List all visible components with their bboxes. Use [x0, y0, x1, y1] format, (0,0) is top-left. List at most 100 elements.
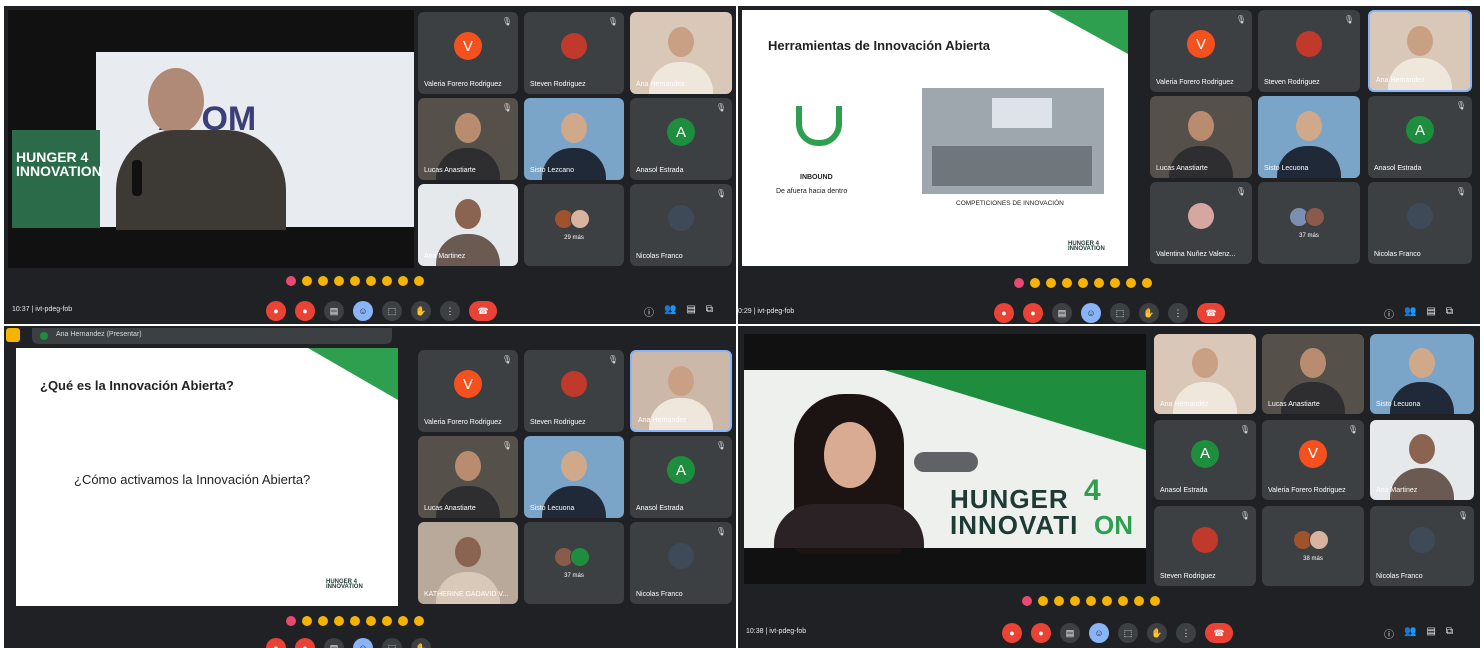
avatar: V: [1187, 30, 1215, 59]
participant-tile[interactable]: Ana Hernandez: [630, 12, 732, 94]
leave-call-button[interactable]: ☎: [1205, 623, 1233, 643]
avatar: [668, 205, 694, 232]
participant-tile[interactable]: V 🎙 Valeria Forero Rodriguez: [418, 12, 518, 94]
camera-button[interactable]: ●: [1031, 623, 1051, 643]
camera-button[interactable]: ●: [1023, 303, 1043, 323]
participant-tile[interactable]: V 🎙 Valeria Forero Rodriguez: [1150, 10, 1252, 92]
captions-button[interactable]: ▤: [1052, 303, 1072, 323]
present-button[interactable]: ⬚: [382, 638, 402, 648]
participant-tile[interactable]: 🎙 Lucas Anastiarte: [418, 436, 518, 518]
leave-call-button[interactable]: ☎: [469, 301, 497, 321]
captions-button[interactable]: ▤: [324, 301, 344, 321]
participant-tile[interactable]: A 🎙 Anasol Estrada: [1368, 96, 1472, 178]
participant-tile[interactable]: Ana Hernandez: [630, 350, 732, 432]
inbound-subtitle: De afuera hacia dentro: [776, 188, 848, 195]
banner-innovation: INNOVATI: [950, 510, 1079, 540]
avatar: [1407, 203, 1433, 230]
more-options-button[interactable]: ⋮: [440, 301, 460, 321]
participant-tile[interactable]: A 🎙 Anasol Estrada: [1154, 420, 1256, 500]
people-icon[interactable]: 👥: [1404, 626, 1416, 641]
people-icon[interactable]: 👥: [664, 304, 676, 319]
raise-hand-button[interactable]: ✋: [1147, 623, 1167, 643]
chat-icon[interactable]: ▤: [1426, 306, 1435, 321]
participant-tile[interactable]: 🎙 Nicolas Franco: [1368, 182, 1472, 264]
more-options-button[interactable]: ⋮: [1176, 623, 1196, 643]
participant-tile[interactable]: 🎙 Lucas Anastiarte: [418, 98, 518, 180]
reaction-bar[interactable]: [1014, 278, 1152, 288]
participant-tile[interactable]: 🎙 Steven Rodriguez: [524, 350, 624, 432]
reaction-bar[interactable]: [286, 616, 424, 626]
participant-tile[interactable]: Sisto Lecuona: [524, 436, 624, 518]
mic-button[interactable]: ●: [994, 303, 1014, 323]
participant-tile[interactable]: Lucas Anastiarte: [1262, 334, 1364, 414]
participant-tile[interactable]: 🎙 Steven Rodriguez: [1258, 10, 1360, 92]
participant-tile[interactable]: V 🎙 Valeria Forero Rodriguez: [1262, 420, 1364, 500]
activities-icon[interactable]: ⧉: [706, 304, 713, 319]
participant-tile[interactable]: A 🎙 Anasol Estrada: [630, 98, 732, 180]
participant-tile[interactable]: 🎙 Valentina Nuñez Valenz...: [1150, 182, 1252, 264]
participant-name: Anasol Estrada: [636, 505, 684, 512]
participant-tile[interactable]: 🎙 Nicolas Franco: [1370, 506, 1474, 586]
more-participants-tile[interactable]: 29 más: [524, 184, 624, 266]
raise-hand-button[interactable]: ✋: [411, 638, 431, 648]
mic-off-icon: 🎙: [1239, 425, 1250, 434]
mic-off-icon: 🎙: [501, 355, 512, 364]
captions-button[interactable]: ▤: [1060, 623, 1080, 643]
more-options-button[interactable]: ⋮: [1168, 303, 1188, 323]
participant-tile[interactable]: 🎙 Steven Rodriguez: [1154, 506, 1256, 586]
participant-tile[interactable]: Lucas Anastiarte: [1150, 96, 1252, 178]
video-hover-controls[interactable]: [914, 452, 978, 472]
mic-off-icon: 🎙: [607, 17, 618, 26]
chat-icon[interactable]: ▤: [686, 304, 695, 319]
raise-hand-button[interactable]: ✋: [1139, 303, 1159, 323]
emoji-button[interactable]: ☺: [353, 301, 373, 321]
activities-icon[interactable]: ⧉: [1446, 626, 1453, 641]
participant-tile[interactable]: Sisto Lecuona: [1370, 334, 1474, 414]
participant-tile[interactable]: Sisto Lecuona: [1258, 96, 1360, 178]
more-participants-tile[interactable]: 37 más: [1258, 182, 1360, 264]
side-controls: ⓘ 👥 ▤ ⧉: [1384, 306, 1453, 321]
info-icon[interactable]: ⓘ: [1384, 306, 1394, 321]
participant-tile[interactable]: V 🎙 Valeria Forero Rodriguez: [418, 350, 518, 432]
chat-icon[interactable]: ▤: [1426, 626, 1435, 641]
info-icon[interactable]: ⓘ: [644, 304, 654, 319]
mic-off-icon: 🎙: [1455, 101, 1466, 110]
more-participants-tile[interactable]: 38 más: [1262, 506, 1364, 586]
reaction-bar[interactable]: [286, 276, 424, 286]
participant-tile[interactable]: 🎙 Steven Rodriguez: [524, 12, 624, 94]
raise-hand-button[interactable]: ✋: [411, 301, 431, 321]
participant-tile[interactable]: Ana Hernandez: [1368, 10, 1472, 92]
emoji-button[interactable]: ☺: [1089, 623, 1109, 643]
info-icon[interactable]: ⓘ: [1384, 626, 1394, 641]
reaction-bar[interactable]: [1022, 596, 1160, 606]
more-participants-tile[interactable]: 37 más: [524, 522, 624, 604]
camera-button[interactable]: ●: [295, 301, 315, 321]
captions-button[interactable]: ▤: [324, 638, 344, 648]
mic-button[interactable]: ●: [1002, 623, 1022, 643]
participant-tile[interactable]: KATHERINE GADAVID V...: [418, 522, 518, 604]
mic-button[interactable]: ●: [266, 301, 286, 321]
participant-name: Lucas Anastiarte: [424, 505, 476, 512]
emoji-button[interactable]: ☺: [1081, 303, 1101, 323]
activities-icon[interactable]: ⧉: [1446, 306, 1453, 321]
participant-tile[interactable]: 🎙 Nicolas Franco: [630, 522, 732, 604]
people-icon[interactable]: 👥: [1404, 306, 1416, 321]
participant-tile[interactable]: 🎙 Nicolas Franco: [630, 184, 732, 266]
participant-tile[interactable]: Ana Hernandez: [1154, 334, 1256, 414]
participant-name: Anasol Estrada: [636, 167, 684, 174]
mic-button[interactable]: ●: [266, 638, 286, 648]
leave-call-button[interactable]: ☎: [1197, 303, 1225, 323]
avatar: [561, 33, 587, 60]
mic-off-icon: 🎙: [1235, 187, 1246, 196]
participant-tile[interactable]: A 🎙 Anasol Estrada: [630, 436, 732, 518]
emoji-button[interactable]: ☺: [353, 638, 373, 648]
participant-tile[interactable]: Ana Martinez: [418, 184, 518, 266]
slide-title: ¿Qué es la Innovación Abierta?: [40, 378, 234, 393]
participant-tile[interactable]: Sisto Lezcano: [524, 98, 624, 180]
present-button[interactable]: ⬚: [382, 301, 402, 321]
present-button[interactable]: ⬚: [1118, 623, 1138, 643]
participant-tile[interactable]: Ana Martinez: [1370, 420, 1474, 500]
slide-logo: HUNGER 4 INNOVATION: [1068, 241, 1105, 253]
present-button[interactable]: ⬚: [1110, 303, 1130, 323]
camera-button[interactable]: ●: [295, 638, 315, 648]
